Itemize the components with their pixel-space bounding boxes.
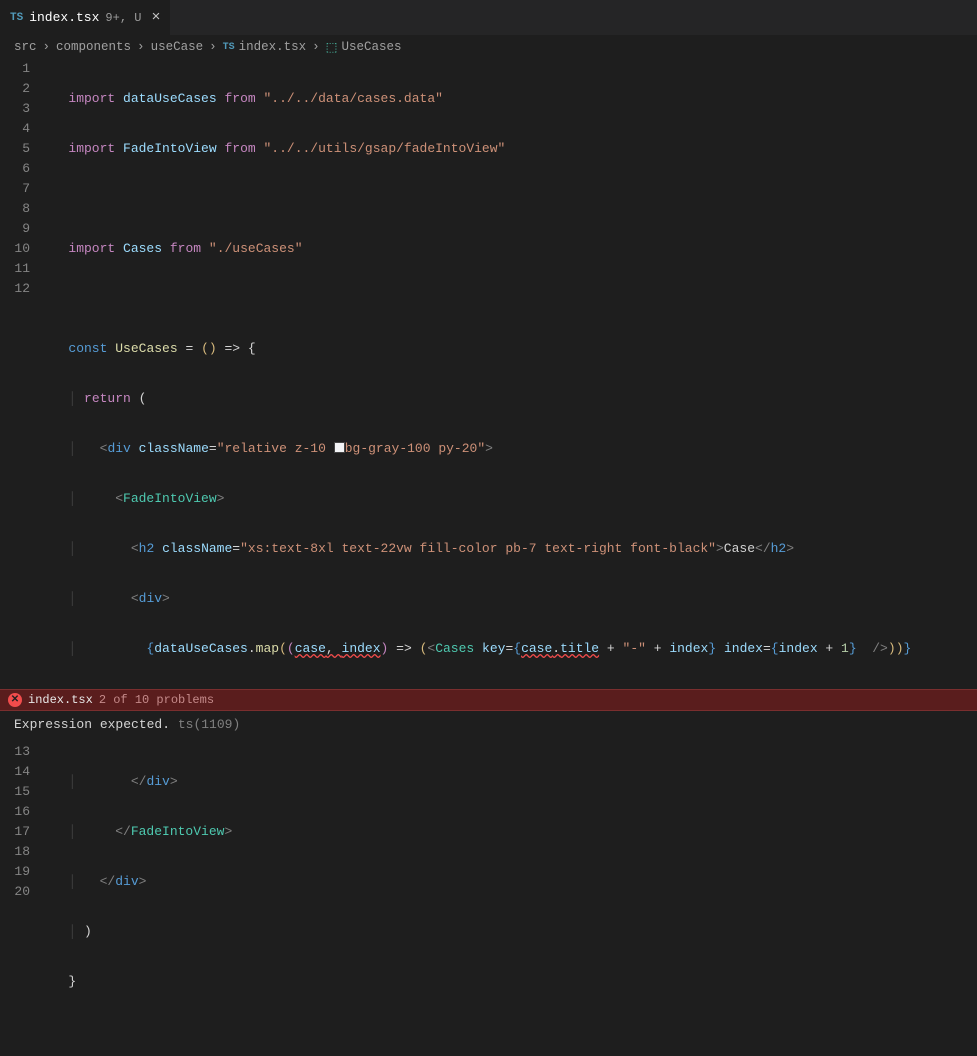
editor-tab[interactable]: TS index.tsx 9+, U × [0, 0, 171, 35]
tab-filename: index.tsx [29, 10, 99, 25]
line-number: 3 [0, 99, 30, 119]
line-number: 5 [0, 139, 30, 159]
code-line[interactable]: │ <FadeIntoView> [45, 489, 969, 509]
code-area[interactable]: │ </div> │ </FadeIntoView> │ </div> │ ) … [45, 742, 977, 1056]
breadcrumb-item[interactable]: useCase [151, 40, 204, 54]
error-message-text: Expression expected. [14, 717, 170, 732]
code-line[interactable] [45, 1022, 969, 1042]
line-number: 2 [0, 79, 30, 99]
chevron-right-icon: › [135, 40, 147, 54]
line-number: 9 [0, 219, 30, 239]
close-icon[interactable]: × [151, 9, 160, 26]
chevron-right-icon: › [207, 40, 219, 54]
code-line[interactable]: │ <h2 className="xs:text-8xl text-22vw f… [45, 539, 969, 559]
code-line[interactable]: │ {dataUseCases.map((case, index) => (<C… [45, 639, 969, 659]
typescript-icon: TS [10, 12, 23, 24]
code-line[interactable] [45, 289, 969, 309]
problems-header[interactable]: ✕ index.tsx 2 of 10 problems [0, 689, 977, 711]
code-line[interactable]: │ return ( [45, 389, 969, 409]
line-number: 1 [0, 59, 30, 79]
code-line[interactable]: import dataUseCases from "../../data/cas… [45, 89, 969, 109]
code-line[interactable]: } [45, 972, 969, 992]
problems-counter: 2 of 10 problems [99, 693, 214, 707]
line-number: 4 [0, 119, 30, 139]
code-line[interactable]: │ </FadeIntoView> [45, 822, 969, 842]
breadcrumb[interactable]: src › components › useCase › TS index.ts… [0, 35, 977, 59]
code-line[interactable]: │ </div> [45, 772, 969, 792]
line-number: 16 [0, 802, 30, 822]
code-line[interactable]: const UseCases = () => { [45, 339, 969, 359]
chevron-right-icon: › [310, 40, 322, 54]
code-editor[interactable]: 13 14 15 16 17 18 19 20 │ </div> │ </Fad… [0, 742, 977, 1056]
tab-bar: TS index.tsx 9+, U × [0, 0, 977, 35]
line-number: 13 [0, 742, 30, 762]
problems-filename: index.tsx [28, 693, 93, 707]
tab-modified-indicator: 9+, U [105, 11, 141, 25]
line-number: 8 [0, 199, 30, 219]
symbol-icon: ⬚ [326, 39, 338, 55]
breadcrumb-item[interactable]: src [14, 40, 37, 54]
code-line[interactable]: │ <div> [45, 589, 969, 609]
chevron-right-icon: › [41, 40, 53, 54]
code-line[interactable]: import Cases from "./useCases" [45, 239, 969, 259]
code-line[interactable]: │ </div> [45, 872, 969, 892]
line-number: 15 [0, 782, 30, 802]
code-line[interactable]: │ ) [45, 922, 969, 942]
error-icon: ✕ [8, 693, 22, 707]
code-area[interactable]: import dataUseCases from "../../data/cas… [45, 59, 977, 689]
color-swatch [334, 442, 345, 453]
error-code: ts(1109) [178, 717, 240, 732]
typescript-icon: TS [223, 42, 235, 53]
line-number: 18 [0, 842, 30, 862]
code-line[interactable] [45, 189, 969, 209]
line-number: 10 [0, 239, 30, 259]
breadcrumb-item[interactable]: UseCases [341, 40, 401, 54]
breadcrumb-item[interactable]: components [56, 40, 131, 54]
line-number: 12 [0, 279, 30, 299]
line-number: 19 [0, 862, 30, 882]
line-number: 7 [0, 179, 30, 199]
line-number: 6 [0, 159, 30, 179]
line-number: 11 [0, 259, 30, 279]
code-line[interactable]: import FadeIntoView from "../../utils/gs… [45, 139, 969, 159]
code-line[interactable]: │ <div className="relative z-10 bg-gray-… [45, 439, 969, 459]
breadcrumb-item[interactable]: index.tsx [239, 40, 307, 54]
line-number: 17 [0, 822, 30, 842]
problems-message: Expression expected. ts(1109) [0, 711, 977, 742]
line-number-gutter: 13 14 15 16 17 18 19 20 [0, 742, 45, 1056]
line-number-gutter: 1 2 3 4 5 6 7 8 9 10 11 12 [0, 59, 45, 689]
line-number: 20 [0, 882, 30, 902]
line-number: 14 [0, 762, 30, 782]
code-editor[interactable]: 1 2 3 4 5 6 7 8 9 10 11 12 import dataUs… [0, 59, 977, 689]
